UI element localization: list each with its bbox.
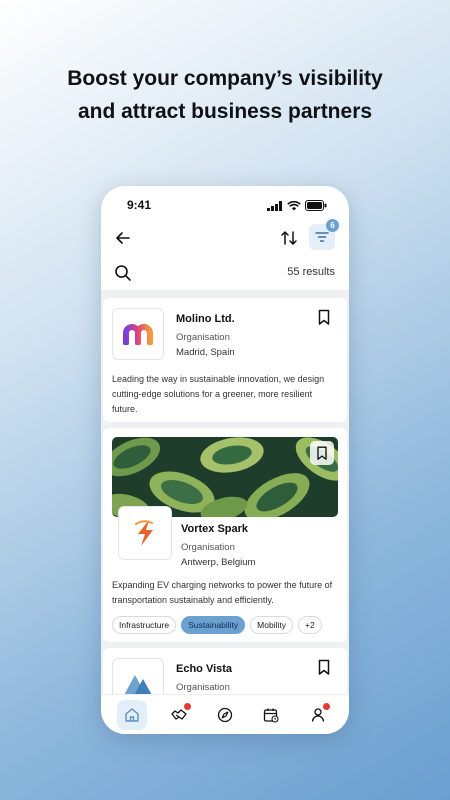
organisation-card[interactable]: Echo Vista Organisation — [103, 648, 347, 694]
results-count: 55 results — [287, 266, 335, 278]
organisation-type: Organisation — [181, 542, 235, 553]
search-bar: 55 results — [101, 262, 349, 284]
nav-events[interactable] — [261, 705, 281, 725]
bookmark-icon — [317, 446, 327, 460]
molino-logo-icon — [123, 324, 153, 345]
status-icons — [267, 200, 327, 211]
filter-count-badge: 6 — [326, 219, 339, 232]
headline: Boost your company’s visibility and attr… — [0, 62, 450, 128]
leaves-image — [112, 437, 338, 517]
battery-icon — [305, 200, 327, 211]
calendar-icon — [264, 708, 279, 723]
organisation-description: Leading the way in sustainable innovatio… — [112, 374, 325, 414]
echo-vista-logo-icon — [124, 675, 152, 694]
notification-dot — [322, 702, 330, 710]
status-time: 9:41 — [127, 198, 152, 212]
headline-line-1: Boost your company’s visibility — [67, 67, 383, 90]
organisation-type: Organisation — [176, 332, 230, 343]
phone-mockup: 9:41 6 55 results Molino Ltd. Organisati… — [101, 186, 349, 734]
sort-icon[interactable] — [279, 228, 299, 248]
tag-chip-selected[interactable]: Sustainability — [181, 616, 246, 634]
signal-icon — [267, 200, 282, 211]
wifi-icon — [287, 200, 301, 210]
bookmark-icon[interactable] — [315, 658, 333, 676]
organisation-name[interactable]: Molino Ltd. — [176, 313, 235, 325]
tag-chip[interactable]: Mobility — [250, 616, 293, 634]
filter-icon — [315, 232, 329, 242]
nav-profile[interactable] — [308, 702, 330, 725]
organisation-type: Organisation — [176, 682, 230, 693]
status-bar: 9:41 — [101, 198, 349, 214]
organisation-card[interactable]: Molino Ltd. Organisation Madrid, Spain L… — [103, 298, 347, 422]
organisation-location: Madrid, Spain — [176, 347, 235, 358]
notification-dot — [183, 702, 191, 710]
more-tags-chip[interactable]: +2 — [297, 616, 322, 634]
vortex-spark-logo-icon — [135, 520, 153, 546]
headline-line-2: and attract business partners — [77, 100, 373, 123]
search-icon[interactable] — [114, 264, 132, 282]
tag-list: Infrastructure Sustainability Mobility +… — [112, 616, 322, 634]
organisation-location: Antwerp, Belgium — [181, 557, 256, 568]
back-arrow-icon[interactable] — [113, 228, 133, 248]
nav-partners[interactable] — [169, 702, 191, 725]
organisation-description: Expanding EV charging networks to power … — [112, 580, 333, 605]
organisation-name[interactable]: Vortex Spark — [181, 523, 248, 535]
nav-explore[interactable] — [215, 705, 235, 725]
filter-button[interactable]: 6 — [309, 219, 339, 250]
organisation-logo — [112, 658, 164, 694]
tag-chip[interactable]: Infrastructure — [112, 616, 177, 634]
bookmark-button[interactable] — [310, 441, 334, 465]
bottom-nav — [101, 694, 349, 734]
organisation-logo — [118, 506, 172, 560]
nav-home[interactable] — [117, 699, 148, 730]
results-list: Molino Ltd. Organisation Madrid, Spain L… — [101, 290, 349, 694]
top-bar: 6 — [101, 219, 349, 252]
bookmark-icon[interactable] — [315, 308, 333, 326]
cover-image — [112, 437, 338, 517]
organisation-logo — [112, 308, 164, 360]
home-icon — [125, 707, 139, 722]
organisation-card[interactable]: Vortex Spark Organisation Antwerp, Belgi… — [103, 428, 347, 642]
compass-icon — [217, 707, 233, 722]
organisation-name[interactable]: Echo Vista — [176, 663, 232, 675]
